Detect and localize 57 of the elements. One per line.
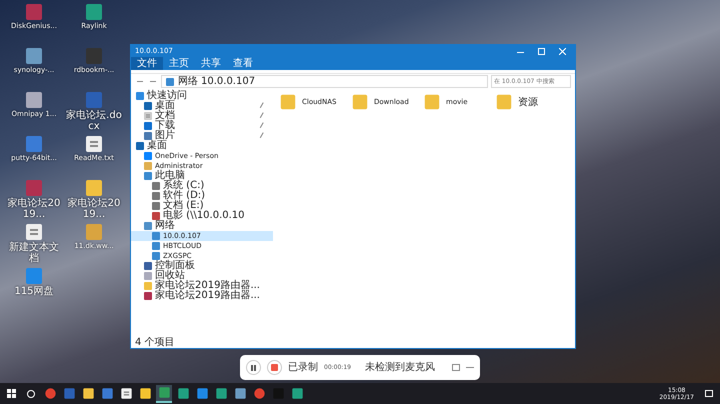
sidebar-item[interactable]: 此电脑	[131, 171, 273, 181]
pause-icon	[251, 364, 256, 370]
desktop-icon-label[interactable]: 新建文本文档	[5, 242, 63, 264]
app-icon	[176, 387, 190, 400]
recording-status: 已录制	[288, 360, 318, 375]
text-file-icon	[24, 222, 44, 242]
text-file-icon	[120, 387, 132, 400]
folder-icon	[351, 93, 369, 111]
maximize-icon[interactable]	[538, 48, 545, 54]
desktop-icon-label[interactable]: 家电论坛.docx	[65, 110, 123, 132]
breadcrumb-item[interactable]: 网络	[178, 75, 198, 88]
folder-label[interactable]: 资源	[518, 94, 538, 110]
pause-button[interactable]	[246, 360, 261, 375]
sidebar-item[interactable]: 文档	[131, 111, 273, 121]
app-icon	[214, 387, 228, 400]
sidebar-item[interactable]: 桌面	[131, 101, 273, 111]
sidebar-item[interactable]: 家电论坛2019路由器...	[131, 291, 273, 301]
sidebar-item[interactable]: 回收站	[131, 271, 273, 281]
sidebar-item[interactable]: 系统 (C:)	[131, 181, 273, 191]
folder-icon	[143, 281, 153, 291]
folder-icon	[423, 93, 441, 111]
sidebar-item[interactable]: 电影 (\\10.0.0.10	[131, 211, 273, 221]
windows-start-icon[interactable]	[7, 389, 16, 398]
microphone-status: 未检测到麦克风	[364, 360, 435, 375]
sidebar-item[interactable]: 软件 (D:)	[131, 191, 273, 201]
stop-icon	[271, 364, 278, 371]
sidebar-item[interactable]: 图片	[131, 131, 273, 141]
app-icon	[158, 386, 170, 399]
minimize-icon[interactable]	[517, 49, 524, 53]
stop-button[interactable]	[267, 360, 282, 375]
sidebar-item[interactable]: 下载	[131, 121, 273, 131]
breadcrumb-item[interactable]: 10.0.0.107	[201, 75, 256, 88]
taskbar-app[interactable]	[156, 384, 172, 402]
sidebar-item[interactable]: 家电论坛2019路由器...	[131, 281, 273, 291]
desktop-icon-label[interactable]: 家电论坛2019...	[65, 198, 123, 220]
ribbon-tab[interactable]: 文件	[131, 57, 163, 70]
address-bar[interactable]: 网络 10.0.0.107	[161, 75, 488, 88]
sidebar-item[interactable]: 网络	[131, 221, 273, 231]
text-file-icon	[84, 134, 104, 154]
ribbon-tab[interactable]: 主页	[163, 57, 195, 70]
app-icon	[290, 387, 304, 400]
sidebar-item[interactable]: 桌面	[131, 141, 273, 151]
desktop-icon-label[interactable]: 115网盘	[14, 286, 54, 297]
close-icon[interactable]	[559, 48, 566, 54]
search-icon[interactable]	[27, 390, 35, 398]
sidebar-item[interactable]: 快速访问	[131, 91, 273, 101]
sidebar-item[interactable]: 文档 (E:)	[131, 201, 273, 211]
folder-icon	[279, 93, 297, 111]
folder-icon	[495, 93, 513, 111]
app-icon	[84, 2, 104, 22]
status-text: 4 个项目	[134, 337, 176, 348]
ribbon-tab[interactable]: 查看	[227, 57, 259, 70]
sidebar-item[interactable]: 控制面板	[131, 261, 273, 271]
folder-icon	[82, 387, 94, 400]
folder-icon	[84, 178, 104, 198]
desktop-icon-label[interactable]: 家电论坛2019...	[5, 198, 63, 220]
ribbon-tab[interactable]: 共享	[195, 57, 227, 70]
